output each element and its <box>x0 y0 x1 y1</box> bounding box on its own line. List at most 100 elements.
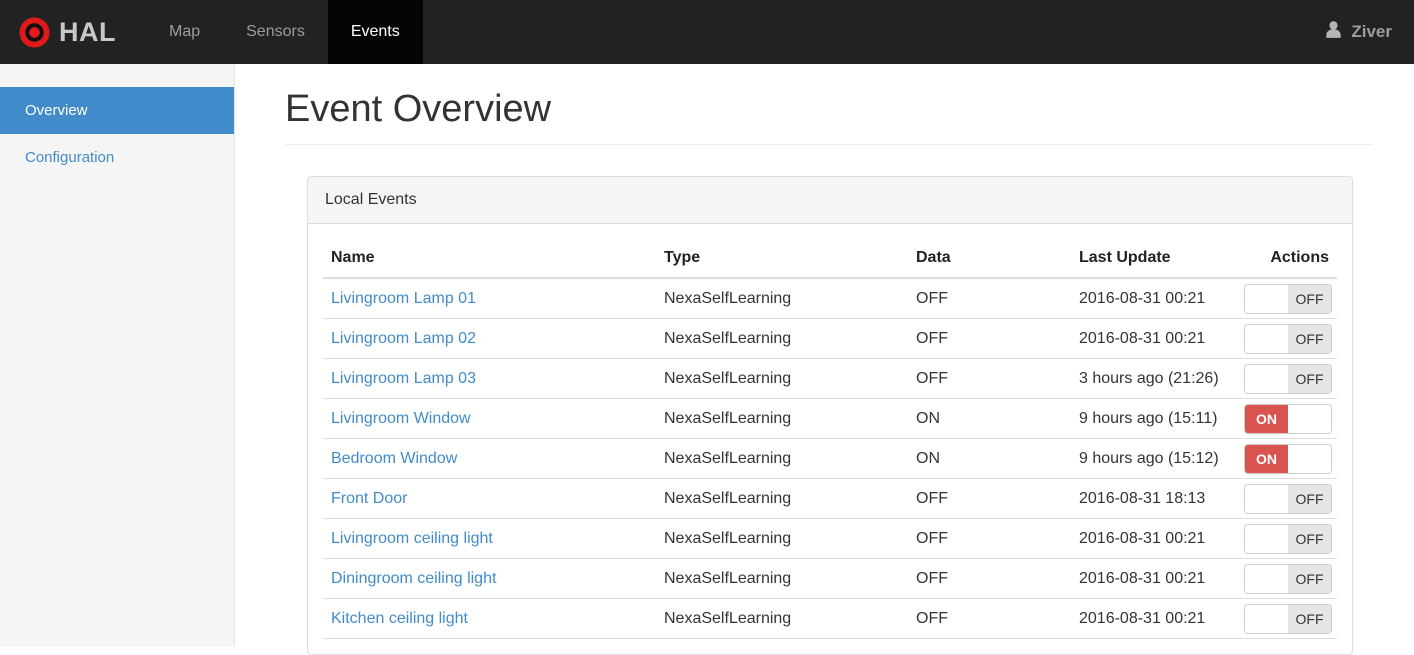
switch-off-label: OFF <box>1288 605 1331 633</box>
table-row: Livingroom Lamp 03 NexaSelfLearning OFF 3 h… <box>323 358 1337 399</box>
nav-menu: Map Sensors Events <box>146 0 423 64</box>
panel-body: Name Type Data Last Update Actions Livingroo… <box>308 224 1352 654</box>
local-events-panel: Local Events Name Type Data Last Update Acti… <box>307 176 1353 655</box>
sidebar-item-overview[interactable]: Overview <box>0 87 234 134</box>
toggle-switch[interactable]: OFF <box>1244 524 1332 554</box>
event-name-cell: Livingroom Lamp 01 <box>323 278 656 319</box>
switch-off-label: OFF <box>1288 485 1331 513</box>
switch-knob <box>1245 565 1288 593</box>
nav-item-sensors[interactable]: Sensors <box>223 0 328 64</box>
table-row: Livingroom Lamp 01 NexaSelfLearning OFF 201… <box>323 278 1337 319</box>
event-name-cell: Kitchen ceiling light <box>323 598 656 639</box>
event-last-update-cell: 2016-08-31 00:21 <box>1071 318 1236 359</box>
switch-knob <box>1288 405 1331 433</box>
event-last-update-cell: 2016-08-31 00:21 <box>1071 518 1236 559</box>
table-header-row: Name Type Data Last Update Actions <box>323 239 1337 279</box>
column-header-data: Data <box>908 239 1071 279</box>
event-actions-cell: ON <box>1236 438 1337 479</box>
event-actions-cell: OFF <box>1236 558 1337 599</box>
event-name-link[interactable]: Diningroom ceiling light <box>331 570 496 587</box>
switch-knob <box>1245 605 1288 633</box>
table-row: Livingroom Window NexaSelfLearning ON 9 hou… <box>323 398 1337 439</box>
event-actions-cell: OFF <box>1236 518 1337 559</box>
event-type-cell: NexaSelfLearning <box>656 438 908 479</box>
page-layout: Overview Configuration Event Overview Loc… <box>0 64 1414 655</box>
event-name-link[interactable]: Bedroom Window <box>331 450 457 467</box>
brand-link[interactable]: HAL <box>0 0 146 64</box>
event-name-link[interactable]: Kitchen ceiling light <box>331 610 468 627</box>
column-header-name: Name <box>323 239 656 279</box>
event-name-cell: Livingroom Lamp 02 <box>323 318 656 359</box>
event-name-link[interactable]: Livingroom Window <box>331 410 471 427</box>
event-name-link[interactable]: Livingroom Lamp 02 <box>331 330 476 347</box>
event-data-cell: ON <box>908 438 1071 479</box>
event-type-cell: NexaSelfLearning <box>656 398 908 439</box>
event-data-cell: OFF <box>908 478 1071 519</box>
switch-off-label: OFF <box>1288 565 1331 593</box>
event-name-cell: Livingroom Window <box>323 398 656 439</box>
toggle-switch[interactable]: OFF <box>1244 284 1332 314</box>
table-row: Livingroom ceiling light NexaSelfLearning… <box>323 518 1337 559</box>
events-table: Name Type Data Last Update Actions Livingroo… <box>323 239 1337 639</box>
user-menu[interactable]: Ziver <box>1324 0 1414 64</box>
event-name-cell: Livingroom Lamp 03 <box>323 358 656 399</box>
event-type-cell: NexaSelfLearning <box>656 478 908 519</box>
brand-label: HAL <box>59 16 116 47</box>
event-last-update-cell: 2016-08-31 00:21 <box>1071 558 1236 599</box>
toggle-switch[interactable]: ON <box>1244 444 1332 474</box>
table-row: Kitchen ceiling light NexaSelfLearning OFF… <box>323 598 1337 639</box>
main-content: Event Overview Local Events Name Type Data… <box>235 64 1414 655</box>
nav-item-map[interactable]: Map <box>146 0 223 64</box>
event-type-cell: NexaSelfLearning <box>656 518 908 559</box>
switch-on-label: ON <box>1245 405 1288 433</box>
event-last-update-cell: 9 hours ago (15:11) <box>1071 398 1236 439</box>
toggle-switch[interactable]: OFF <box>1244 324 1332 354</box>
person-icon <box>1324 20 1343 44</box>
sidebar-item-configuration[interactable]: Configuration <box>0 134 234 181</box>
switch-off-label: OFF <box>1288 285 1331 313</box>
toggle-switch[interactable]: OFF <box>1244 364 1332 394</box>
table-row: Diningroom ceiling light NexaSelfLearning… <box>323 558 1337 599</box>
event-data-cell: OFF <box>908 558 1071 599</box>
column-header-actions: Actions <box>1236 239 1337 279</box>
table-row: Front Door NexaSelfLearning OFF 2016-08-31 … <box>323 478 1337 519</box>
switch-off-label: OFF <box>1288 325 1331 353</box>
event-actions-cell: OFF <box>1236 478 1337 519</box>
event-actions-cell: ON <box>1236 398 1337 439</box>
toggle-switch[interactable]: OFF <box>1244 604 1332 634</box>
event-actions-cell: OFF <box>1236 598 1337 639</box>
toggle-switch[interactable]: OFF <box>1244 564 1332 594</box>
event-data-cell: OFF <box>908 518 1071 559</box>
event-name-link[interactable]: Livingroom Lamp 03 <box>331 370 476 387</box>
nav-item-events[interactable]: Events <box>327 0 423 64</box>
top-navbar: HAL Map Sensors Events Ziver <box>0 0 1414 64</box>
event-last-update-cell: 3 hours ago (21:26) <box>1071 358 1236 399</box>
sidebar: Overview Configuration <box>0 64 235 647</box>
event-data-cell: OFF <box>908 318 1071 359</box>
event-actions-cell: OFF <box>1236 278 1337 319</box>
event-name-link[interactable]: Livingroom ceiling light <box>331 530 493 547</box>
page-title: Event Overview <box>285 88 1373 145</box>
switch-off-label: OFF <box>1288 365 1331 393</box>
switch-knob <box>1245 325 1288 353</box>
target-icon <box>19 16 50 48</box>
event-data-cell: OFF <box>908 358 1071 399</box>
event-last-update-cell: 2016-08-31 00:21 <box>1071 278 1236 319</box>
column-header-last-update: Last Update <box>1071 239 1236 279</box>
event-name-link[interactable]: Front Door <box>331 490 407 507</box>
switch-knob <box>1245 285 1288 313</box>
sidebar-menu: Overview Configuration <box>0 87 234 181</box>
event-type-cell: NexaSelfLearning <box>656 558 908 599</box>
event-name-cell: Diningroom ceiling light <box>323 558 656 599</box>
table-row: Livingroom Lamp 02 NexaSelfLearning OFF 201… <box>323 318 1337 359</box>
event-actions-cell: OFF <box>1236 318 1337 359</box>
table-row: Bedroom Window NexaSelfLearning ON 9 hours … <box>323 438 1337 479</box>
event-last-update-cell: 2016-08-31 00:21 <box>1071 598 1236 639</box>
event-type-cell: NexaSelfLearning <box>656 278 908 319</box>
event-type-cell: NexaSelfLearning <box>656 358 908 399</box>
switch-knob <box>1288 445 1331 473</box>
toggle-switch[interactable]: ON <box>1244 404 1332 434</box>
toggle-switch[interactable]: OFF <box>1244 484 1332 514</box>
event-name-link[interactable]: Livingroom Lamp 01 <box>331 290 476 307</box>
